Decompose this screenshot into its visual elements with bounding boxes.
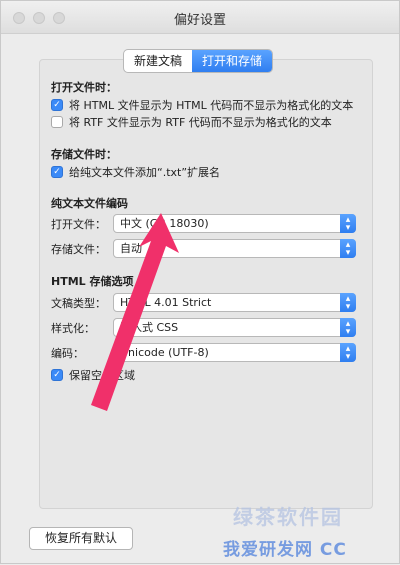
rtf-code-option[interactable]: 将 RTF 文件显示为 RTF 代码而不显示为格式化的文本 bbox=[51, 114, 332, 130]
rtf-code-checkbox[interactable] bbox=[51, 116, 63, 128]
encoding-row: 编码： bbox=[51, 345, 113, 361]
watermark-text: 绿茶软件园 bbox=[233, 505, 343, 529]
window-title: 偏好设置 bbox=[173, 13, 226, 28]
save-encoding-label: 存储文件： bbox=[51, 243, 106, 256]
doc-type-row: 文稿类型： bbox=[51, 295, 113, 311]
encoding-label: 编码： bbox=[51, 347, 84, 360]
styling-value: 嵌入式 CSS bbox=[120, 321, 179, 334]
html-save-options-header: HTML 存储选项 bbox=[51, 275, 134, 288]
save-files-header: 存储文件时： bbox=[51, 148, 117, 161]
doc-type-select[interactable]: HTML 4.01 Strict ▴ ▾ bbox=[113, 293, 356, 312]
plain-text-encoding-header: 纯文本文件编码 bbox=[51, 197, 128, 210]
title-bar: 偏好设置 bbox=[1, 1, 399, 34]
open-encoding-label: 打开文件： bbox=[51, 218, 106, 231]
select-stepper-icon: ▴ ▾ bbox=[340, 318, 356, 337]
styling-select[interactable]: 嵌入式 CSS ▴ ▾ bbox=[113, 318, 356, 337]
save-encoding-select[interactable]: 自动 ▴ ▾ bbox=[113, 239, 356, 258]
rtf-code-label: 将 RTF 文件显示为 RTF 代码而不显示为格式化的文本 bbox=[69, 116, 332, 129]
html-code-checkbox[interactable]: ✓ bbox=[51, 99, 63, 111]
restore-defaults-button[interactable]: 恢复所有默认 bbox=[29, 527, 133, 550]
txt-extension-checkbox[interactable]: ✓ bbox=[51, 166, 63, 178]
save-encoding-row: 存储文件： bbox=[51, 241, 113, 257]
tab-bar: 新建文稿 打开和存储 bbox=[123, 49, 274, 73]
encoding-select[interactable]: Unicode (UTF-8) ▴ ▾ bbox=[113, 343, 356, 362]
open-encoding-select[interactable]: 中文 (GB 18030) ▴ ▾ bbox=[113, 214, 356, 233]
doc-type-label: 文稿类型： bbox=[51, 297, 106, 310]
styling-row: 样式化： bbox=[51, 320, 113, 336]
preserve-whitespace-label: 保留空白区域 bbox=[69, 369, 135, 382]
select-stepper-icon: ▴ ▾ bbox=[340, 293, 356, 312]
preserve-whitespace-option[interactable]: ✓ 保留空白区域 bbox=[51, 367, 135, 383]
select-stepper-icon: ▴ ▾ bbox=[340, 343, 356, 362]
save-encoding-value: 自动 bbox=[120, 242, 142, 255]
encoding-value: Unicode (UTF-8) bbox=[120, 346, 209, 359]
styling-label: 样式化： bbox=[51, 322, 95, 335]
select-stepper-icon: ▴ ▾ bbox=[340, 214, 356, 233]
open-files-header: 打开文件时： bbox=[51, 81, 117, 94]
open-encoding-value: 中文 (GB 18030) bbox=[120, 217, 209, 230]
preferences-window: 偏好设置 新建文稿 打开和存储 打开文件时： ✓ 将 HTML 文件显示为 HT… bbox=[0, 0, 400, 564]
txt-extension-option[interactable]: ✓ 给纯文本文件添加“.txt”扩展名 bbox=[51, 164, 220, 180]
tab-new-document[interactable]: 新建文稿 bbox=[124, 50, 192, 72]
doc-type-value: HTML 4.01 Strict bbox=[120, 296, 212, 309]
preserve-whitespace-checkbox[interactable]: ✓ bbox=[51, 369, 63, 381]
watermark-subtext: 我爱研发网 CC bbox=[223, 540, 347, 560]
open-encoding-row: 打开文件： bbox=[51, 216, 113, 232]
select-stepper-icon: ▴ ▾ bbox=[340, 239, 356, 258]
html-code-option[interactable]: ✓ 将 HTML 文件显示为 HTML 代码而不显示为格式化的文本 bbox=[51, 97, 353, 113]
tab-open-and-save[interactable]: 打开和存储 bbox=[192, 50, 273, 72]
txt-extension-label: 给纯文本文件添加“.txt”扩展名 bbox=[69, 166, 221, 179]
html-code-label: 将 HTML 文件显示为 HTML 代码而不显示为格式化的文本 bbox=[69, 99, 354, 112]
